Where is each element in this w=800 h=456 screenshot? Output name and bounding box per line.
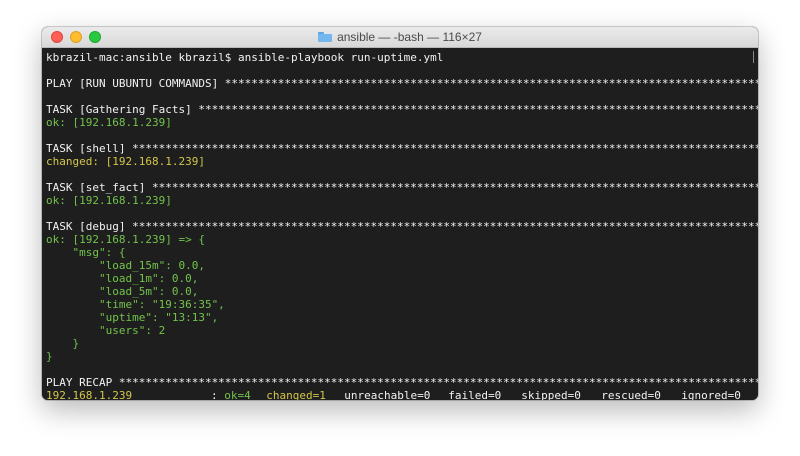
play-header: PLAY [RUN UBUNTU COMMANDS] *************… [46, 77, 758, 90]
debug-line: "uptime": "13:13", [46, 311, 219, 324]
debug-line: "load_5m": 0.0, [46, 285, 199, 298]
recap-rescued: rescued=0 [601, 389, 661, 400]
recap-line: 192.168.1.239 : ok=4 changed=1 unreachab… [46, 389, 758, 400]
recap-ignored: ignored=0 [681, 389, 741, 400]
window-title: ansible — -bash — 116×27 [42, 30, 758, 44]
terminal-output[interactable]: kbrazil-mac:ansible kbrazil$ ansible-pla… [42, 48, 758, 400]
debug-line: "users": 2 [46, 324, 166, 337]
task-header-shell: TASK [shell] ***************************… [46, 142, 758, 155]
changed-line: changed: [192.168.1.239] [46, 155, 205, 168]
title-bar[interactable]: ansible — -bash — 116×27 [42, 27, 758, 48]
recap-skipped: skipped=0 [521, 389, 581, 400]
folder-icon [318, 32, 333, 42]
recap-changed: changed=1 [266, 389, 326, 400]
task-header-set-fact: TASK [set_fact] ************************… [46, 181, 758, 194]
debug-line: "load_1m": 0.0, [46, 272, 199, 285]
debug-line: } [46, 350, 53, 363]
task-header-gathering-facts: TASK [Gathering Facts] *****************… [46, 103, 758, 116]
recap-failed: failed=0 [448, 389, 502, 400]
debug-line: } [46, 337, 80, 350]
debug-line: "time": "19:36:35", [46, 298, 225, 311]
window-title-text: ansible — -bash — 116×27 [337, 30, 482, 44]
ok-line: ok: [192.168.1.239] [46, 116, 172, 129]
ok-line: ok: [192.168.1.239] [46, 194, 172, 207]
recap-separator: : [211, 389, 225, 400]
debug-line: ok: [192.168.1.239] => { [46, 233, 205, 246]
play-recap-header: PLAY RECAP *****************************… [46, 376, 758, 389]
task-header-debug: TASK [debug] ***************************… [46, 220, 758, 233]
debug-line: "load_15m": 0.0, [46, 259, 205, 272]
scroll-indicator [753, 51, 754, 63]
recap-host: 192.168.1.239 [46, 389, 133, 400]
terminal-window: ansible — -bash — 116×27 kbrazil-mac:ans… [42, 27, 758, 400]
debug-line: "msg": { [46, 246, 126, 259]
recap-unreachable: unreachable=0 [344, 389, 431, 400]
recap-ok: ok=4 [224, 389, 251, 400]
prompt-line: kbrazil-mac:ansible kbrazil$ ansible-pla… [46, 51, 444, 64]
